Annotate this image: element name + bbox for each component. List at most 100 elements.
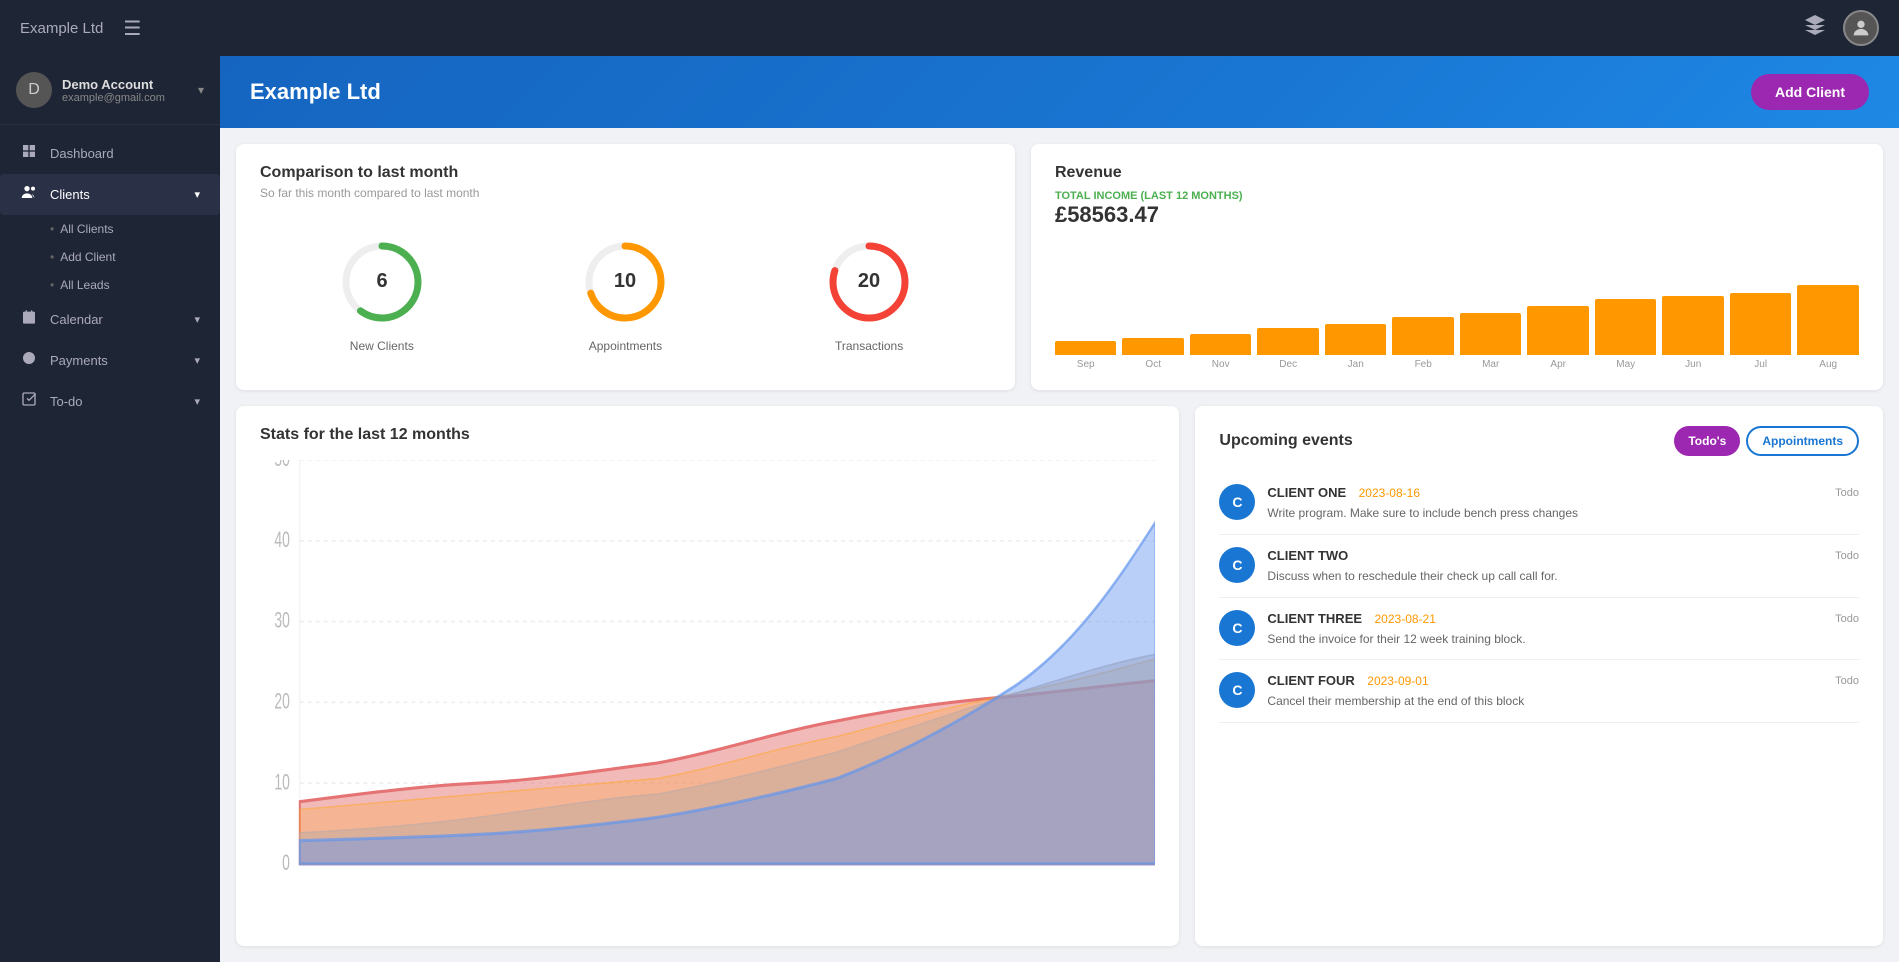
event-content: CLIENT ONE 2023-08-16 Todo Write program… xyxy=(1267,484,1859,522)
sidebar-item-todo[interactable]: To-do ▾ xyxy=(0,381,220,422)
svg-text:6: 6 xyxy=(376,270,387,292)
sidebar-user[interactable]: D Demo Account example@gmail.com ▾ xyxy=(0,56,220,125)
event-avatar: C xyxy=(1219,672,1255,708)
event-content: CLIENT TWO Todo Discuss when to reschedu… xyxy=(1267,547,1859,585)
events-tabs: Todo's Appointments xyxy=(1674,426,1859,456)
clients-chevron-icon: ▾ xyxy=(194,188,200,201)
bar-month: Dec xyxy=(1279,359,1297,370)
sidebar-user-name: Demo Account xyxy=(62,77,188,92)
event-item[interactable]: C CLIENT ONE 2023-08-16 Todo Write progr… xyxy=(1219,472,1859,535)
event-content: CLIENT THREE 2023-08-21 Todo Send the in… xyxy=(1267,610,1859,648)
bar-group: Apr xyxy=(1527,306,1589,370)
bar xyxy=(1392,317,1454,356)
sidebar-item-all-leads[interactable]: All Leads xyxy=(0,271,220,299)
sidebar-item-dashboard[interactable]: Dashboard xyxy=(0,133,220,174)
bar xyxy=(1325,324,1387,355)
tab-todos[interactable]: Todo's xyxy=(1674,426,1740,456)
event-item[interactable]: C CLIENT TWO Todo Discuss when to resche… xyxy=(1219,535,1859,598)
revenue-card: Revenue TOTAL INCOME (LAST 12 MONTHS) £5… xyxy=(1031,144,1883,390)
row2: Stats for the last 12 months xyxy=(220,398,1899,962)
svg-text:30: 30 xyxy=(274,608,289,633)
event-content: CLIENT FOUR 2023-09-01 Todo Cancel their… xyxy=(1267,672,1859,710)
bar-month: Jan xyxy=(1348,359,1364,370)
sidebar-item-all-clients[interactable]: All Clients xyxy=(0,215,220,243)
bar-month: Mar xyxy=(1482,359,1499,370)
sidebar-item-payments[interactable]: Payments ▾ xyxy=(0,340,220,381)
bar-month: Sep xyxy=(1077,359,1095,370)
sidebar-user-email: example@gmail.com xyxy=(62,92,188,104)
appointments-circle: 10 Appointments xyxy=(580,237,670,353)
bar xyxy=(1730,293,1792,355)
sidebar-user-info: Demo Account example@gmail.com xyxy=(62,77,188,104)
bar xyxy=(1527,306,1589,355)
sidebar-nav: Dashboard Clients ▾ All Clients Add Clie… xyxy=(0,125,220,430)
event-item[interactable]: C CLIENT THREE 2023-08-21 Todo Send the … xyxy=(1219,598,1859,661)
main-layout: D Demo Account example@gmail.com ▾ Dashb… xyxy=(0,56,1899,962)
svg-text:20: 20 xyxy=(274,688,289,713)
bar xyxy=(1460,313,1522,355)
event-client: CLIENT FOUR xyxy=(1267,673,1354,688)
bar-group: Mar xyxy=(1460,313,1522,370)
transactions-label: Transactions xyxy=(835,339,903,353)
bar-group: Feb xyxy=(1392,317,1454,371)
user-avatar-topbar[interactable] xyxy=(1843,10,1879,46)
bar-month: Nov xyxy=(1212,359,1230,370)
bar-month: Jul xyxy=(1754,359,1767,370)
sidebar-item-all-leads-label: All Leads xyxy=(60,278,109,292)
sidebar-item-calendar[interactable]: Calendar ▾ xyxy=(0,299,220,340)
event-header-row: CLIENT ONE 2023-08-16 Todo xyxy=(1267,484,1859,502)
events-list: C CLIENT ONE 2023-08-16 Todo Write progr… xyxy=(1219,472,1859,926)
bar-month: Jun xyxy=(1685,359,1701,370)
chart-area: 0 10 20 30 40 50 xyxy=(260,460,1155,926)
sidebar-item-clients[interactable]: Clients ▾ xyxy=(0,174,220,215)
page-title: Example Ltd xyxy=(250,79,381,105)
bar xyxy=(1595,299,1657,355)
todo-chevron-icon: ▾ xyxy=(194,395,200,408)
svg-text:50: 50 xyxy=(274,460,289,471)
event-badge: Todo xyxy=(1835,550,1859,562)
sidebar-item-clients-label: Clients xyxy=(50,187,90,202)
events-card: Upcoming events Todo's Appointments C xyxy=(1195,406,1883,946)
svg-text:10: 10 xyxy=(274,769,289,794)
app-container: Example Ltd ☰ D Demo Account example@gma… xyxy=(0,0,1899,962)
bar xyxy=(1662,296,1724,356)
todo-icon xyxy=(20,391,38,412)
bar xyxy=(1797,285,1859,355)
event-client: CLIENT TWO xyxy=(1267,548,1348,563)
sidebar-item-dashboard-label: Dashboard xyxy=(50,146,114,161)
hamburger-icon[interactable]: ☰ xyxy=(123,16,141,41)
events-title: Upcoming events xyxy=(1219,432,1352,450)
bar-month: Feb xyxy=(1415,359,1432,370)
event-avatar: C xyxy=(1219,610,1255,646)
event-desc: Discuss when to reschedule their check u… xyxy=(1267,568,1859,585)
add-client-button[interactable]: Add Client xyxy=(1751,74,1869,110)
sidebar-item-add-client[interactable]: Add Client xyxy=(0,243,220,271)
appointments-label: Appointments xyxy=(589,339,662,353)
sidebar-user-chevron-icon: ▾ xyxy=(198,83,204,97)
revenue-amount: £58563.47 xyxy=(1055,202,1859,228)
appointments-svg: 10 xyxy=(580,237,670,327)
event-item[interactable]: C CLIENT FOUR 2023-09-01 Todo Cancel the… xyxy=(1219,660,1859,723)
sidebar-item-todo-label: To-do xyxy=(50,394,83,409)
svg-text:10: 10 xyxy=(614,270,636,292)
sidebar: D Demo Account example@gmail.com ▾ Dashb… xyxy=(0,56,220,962)
comparison-title: Comparison to last month xyxy=(260,164,991,182)
event-badge: Todo xyxy=(1835,487,1859,499)
event-desc: Cancel their membership at the end of th… xyxy=(1267,693,1859,710)
payments-icon xyxy=(20,350,38,371)
bar xyxy=(1122,338,1184,355)
bar-month: Aug xyxy=(1819,359,1837,370)
page-header: Example Ltd Add Client xyxy=(220,56,1899,128)
bar xyxy=(1055,341,1117,355)
event-client: CLIENT THREE xyxy=(1267,611,1362,626)
transactions-circle: 20 Transactions xyxy=(824,237,914,353)
event-header-row: CLIENT TWO Todo xyxy=(1267,547,1859,565)
dashboard-icon xyxy=(20,143,38,164)
bar-group: Sep xyxy=(1055,341,1117,370)
event-badge: Todo xyxy=(1835,613,1859,625)
bar-group: Dec xyxy=(1257,328,1319,370)
tab-appointments[interactable]: Appointments xyxy=(1746,426,1859,456)
topbar-left: Example Ltd ☰ xyxy=(20,16,141,41)
svg-text:0: 0 xyxy=(282,850,290,875)
event-date: 2023-09-01 xyxy=(1367,674,1428,688)
